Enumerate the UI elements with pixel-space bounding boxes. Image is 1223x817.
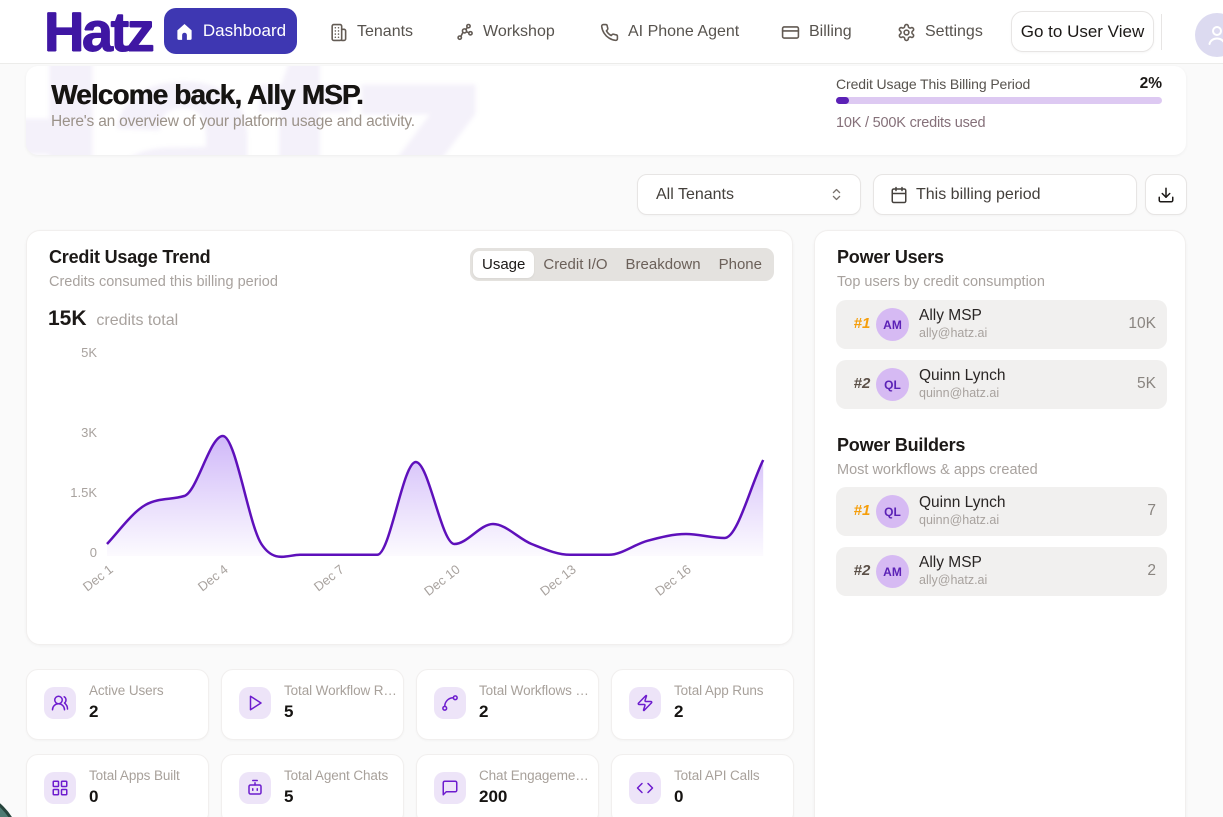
svg-text:0: 0 [90,545,97,560]
svg-text:Dec 4: Dec 4 [195,562,231,595]
svg-text:Dec 10: Dec 10 [421,562,463,599]
svg-text:5K: 5K [81,345,97,360]
svg-text:3K: 3K [81,425,97,440]
svg-text:1.5K: 1.5K [70,485,97,500]
svg-text:Dec 16: Dec 16 [652,562,694,599]
svg-text:Dec 13: Dec 13 [537,562,579,599]
svg-text:Dec 1: Dec 1 [80,562,116,595]
svg-text:Dec 7: Dec 7 [311,562,347,595]
